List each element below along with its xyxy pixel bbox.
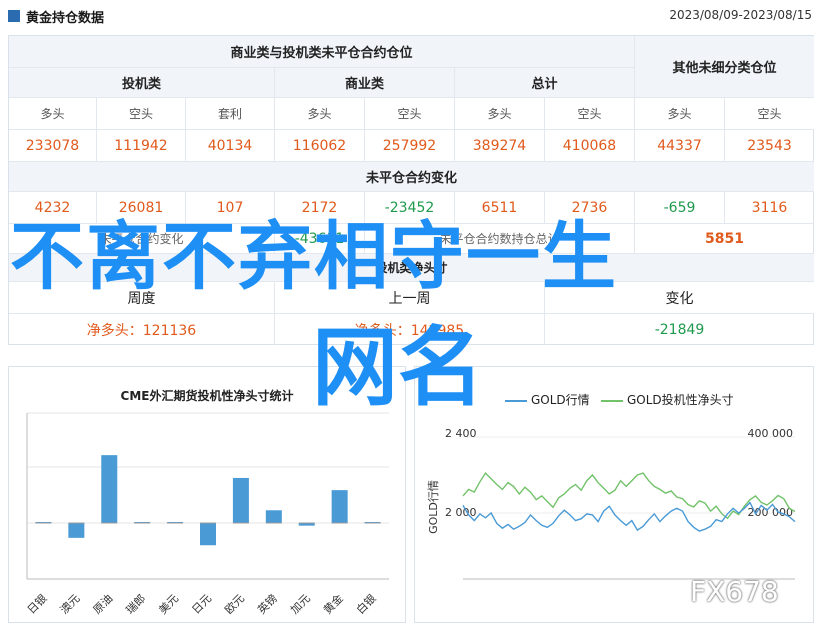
y-right-tick: 400 000 xyxy=(748,427,794,440)
table-cell: 40134 xyxy=(186,130,275,162)
page-title: 黄金持仓数据 xyxy=(26,11,105,26)
watermark-text-2: 网名 xyxy=(312,318,484,418)
bar xyxy=(331,490,348,523)
legend-line-icon xyxy=(601,399,623,402)
legend-line-icon xyxy=(505,399,527,402)
series-line-gold xyxy=(462,501,796,532)
watermark-text: 不离不弃相守一生 xyxy=(10,214,618,300)
section-total: 总计 xyxy=(455,68,635,98)
table-cell: 23543 xyxy=(725,130,814,162)
tick-label: 原油 xyxy=(90,591,115,616)
tick-label: 澳元 xyxy=(58,592,83,617)
subheader-long: 多头 xyxy=(455,98,545,130)
change-header: 未平仓合约变化 xyxy=(9,162,814,192)
tick-label: 美元 xyxy=(156,592,181,617)
group-header-commercial-speculative: 商业类与投机类未平仓合约仓位 xyxy=(9,36,635,68)
tick-label: 黄金 xyxy=(320,591,345,616)
net-change-value: -21849 xyxy=(654,321,705,338)
tick-label: 加元 xyxy=(288,592,313,617)
group-header-other: 其他未细分类仓位 xyxy=(635,36,814,98)
table-cell: 111942 xyxy=(97,130,186,162)
series-line-net xyxy=(462,471,796,520)
legend-gold: GOLD行情 xyxy=(505,391,590,408)
legend-net: GOLD投机性净头寸 xyxy=(601,391,734,408)
tick-label: 欧元 xyxy=(222,592,247,617)
subheader-spread: 套利 xyxy=(186,98,275,130)
brand-logo: FX678 xyxy=(690,575,779,608)
y-left-tick: 2 000 xyxy=(445,506,477,519)
y-axis-label: GOLD行情 xyxy=(427,480,440,534)
subheader-long: 多头 xyxy=(275,98,365,130)
tick-label: 日银 xyxy=(24,591,49,616)
tick-label: 日元 xyxy=(189,592,214,617)
subheader-long: 多头 xyxy=(635,98,725,130)
net-week-value: 净多头：121136 xyxy=(9,314,275,345)
tick-label: 白银 xyxy=(353,591,378,616)
bar xyxy=(232,477,249,523)
subheader-short: 空头 xyxy=(725,98,814,130)
bar xyxy=(265,510,282,523)
document-icon xyxy=(8,10,20,22)
tick-label: 瑞郎 xyxy=(123,591,148,616)
table-cell: 257992 xyxy=(365,130,455,162)
table-cell: 389274 xyxy=(455,130,545,162)
legend-gold-label: GOLD行情 xyxy=(531,393,590,407)
top-bar: 黄金持仓数据 2023/08/09-2023/08/15 xyxy=(0,0,820,32)
bar xyxy=(68,523,85,538)
bar xyxy=(101,455,118,523)
subheader-short: 空头 xyxy=(365,98,455,130)
table-cell: 44337 xyxy=(635,130,725,162)
subheader-long: 多头 xyxy=(9,98,97,130)
legend-net-label: GOLD投机性净头寸 xyxy=(627,393,734,407)
y-left-tick: 2 400 xyxy=(445,427,477,440)
table-cell: 116062 xyxy=(275,130,365,162)
table-cell: 233078 xyxy=(9,130,97,162)
bar xyxy=(200,523,216,546)
section-commercial: 商业类 xyxy=(275,68,455,98)
tick-label: 英镑 xyxy=(254,591,279,616)
section-speculative: 投机类 xyxy=(9,68,275,98)
subheader-short: 空头 xyxy=(97,98,186,130)
date-range: 2023/08/09-2023/08/15 xyxy=(669,8,812,22)
table-cell: 410068 xyxy=(545,130,635,162)
subheader-short: 空头 xyxy=(545,98,635,130)
